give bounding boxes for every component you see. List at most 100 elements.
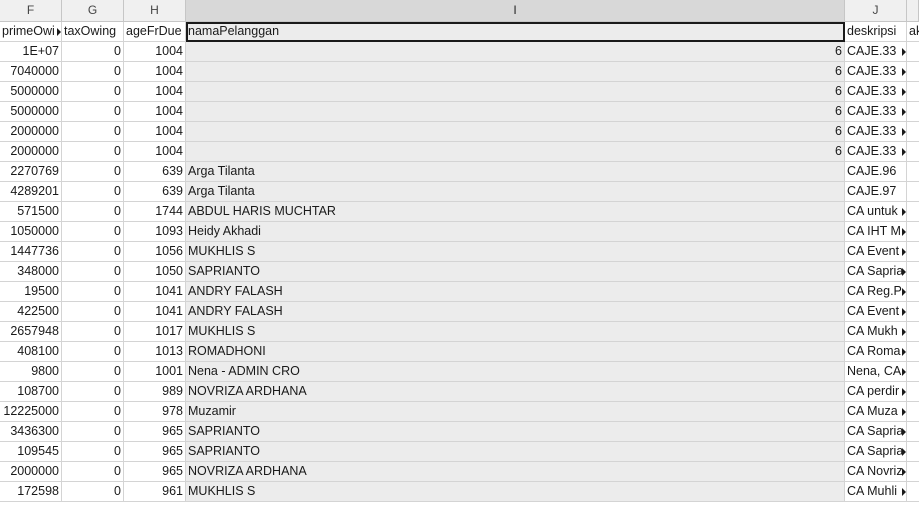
cell-header-primeowing[interactable]: primeOwi: [0, 22, 62, 42]
cell-taxowing[interactable]: 0: [62, 382, 124, 402]
cell-agefrdue[interactable]: 1004: [124, 122, 186, 142]
cell-deskripsi[interactable]: CA Muhli: [845, 482, 907, 502]
cell-agefrdue[interactable]: 1050: [124, 262, 186, 282]
cell-taxowing[interactable]: 0: [62, 462, 124, 482]
cell-deskripsi[interactable]: CA IHT M: [845, 222, 907, 242]
cell-ak[interactable]: [907, 442, 919, 462]
cell-primeowing[interactable]: 5000000: [0, 82, 62, 102]
cell-primeowing[interactable]: 172598: [0, 482, 62, 502]
cell-namapelanggan[interactable]: ABDUL HARIS MUCHTAR: [186, 202, 845, 222]
cell-deskripsi[interactable]: CAJE.96: [845, 162, 907, 182]
cell-primeowing[interactable]: 5000000: [0, 102, 62, 122]
column-header-f[interactable]: F: [0, 0, 62, 22]
cell-taxowing[interactable]: 0: [62, 442, 124, 462]
cell-deskripsi[interactable]: CA Mukh: [845, 322, 907, 342]
column-header-i[interactable]: I: [186, 0, 845, 22]
cell-primeowing[interactable]: 108700: [0, 382, 62, 402]
cell-agefrdue[interactable]: 978: [124, 402, 186, 422]
cell-header-namapelanggan[interactable]: namaPelanggan: [186, 22, 845, 42]
cell-ak[interactable]: [907, 482, 919, 502]
cell-deskripsi[interactable]: CA Event: [845, 242, 907, 262]
cell-agefrdue[interactable]: 965: [124, 422, 186, 442]
cell-deskripsi[interactable]: CA Sapria: [845, 442, 907, 462]
cell-taxowing[interactable]: 0: [62, 282, 124, 302]
cell-ak[interactable]: [907, 62, 919, 82]
cell-primeowing[interactable]: 408100: [0, 342, 62, 362]
cell-ak[interactable]: [907, 242, 919, 262]
cell-taxowing[interactable]: 0: [62, 62, 124, 82]
cell-ak[interactable]: [907, 402, 919, 422]
cell-taxowing[interactable]: 0: [62, 422, 124, 442]
cell-ak[interactable]: [907, 42, 919, 62]
cell-namapelanggan[interactable]: MUKHLIS S: [186, 322, 845, 342]
cell-agefrdue[interactable]: 1004: [124, 42, 186, 62]
cell-agefrdue[interactable]: 1017: [124, 322, 186, 342]
cell-ak[interactable]: [907, 122, 919, 142]
cell-deskripsi[interactable]: CAJE.33: [845, 42, 907, 62]
cell-deskripsi[interactable]: CA Sapria: [845, 262, 907, 282]
column-header-h[interactable]: H: [124, 0, 186, 22]
cell-deskripsi[interactable]: CAJE.33: [845, 82, 907, 102]
cell-agefrdue[interactable]: 989: [124, 382, 186, 402]
cell-namapelanggan[interactable]: 6: [186, 42, 845, 62]
cell-taxowing[interactable]: 0: [62, 42, 124, 62]
cell-primeowing[interactable]: 12225000: [0, 402, 62, 422]
cell-ak[interactable]: [907, 82, 919, 102]
cell-namapelanggan[interactable]: 6: [186, 102, 845, 122]
cell-taxowing[interactable]: 0: [62, 362, 124, 382]
cell-taxowing[interactable]: 0: [62, 402, 124, 422]
cell-taxowing[interactable]: 0: [62, 482, 124, 502]
cell-namapelanggan[interactable]: Muzamir: [186, 402, 845, 422]
cell-deskripsi[interactable]: CA Reg.P: [845, 282, 907, 302]
cell-header-agefrdue[interactable]: ageFrDue: [124, 22, 186, 42]
cell-primeowing[interactable]: 109545: [0, 442, 62, 462]
cell-namapelanggan[interactable]: Nena - ADMIN CRO: [186, 362, 845, 382]
cell-namapelanggan[interactable]: MUKHLIS S: [186, 242, 845, 262]
cell-ak[interactable]: [907, 382, 919, 402]
cell-primeowing[interactable]: 4289201: [0, 182, 62, 202]
cell-deskripsi[interactable]: CA Muza: [845, 402, 907, 422]
cell-namapelanggan[interactable]: SAPRIANTO: [186, 422, 845, 442]
cell-deskripsi[interactable]: CAJE.33: [845, 142, 907, 162]
cell-deskripsi[interactable]: CAJE.33: [845, 122, 907, 142]
cell-agefrdue[interactable]: 1004: [124, 102, 186, 122]
column-header-k[interactable]: [907, 0, 919, 22]
cell-primeowing[interactable]: 2657948: [0, 322, 62, 342]
cell-header-ak[interactable]: ak: [907, 22, 919, 42]
cell-primeowing[interactable]: 1050000: [0, 222, 62, 242]
cell-agefrdue[interactable]: 1013: [124, 342, 186, 362]
cell-namapelanggan[interactable]: SAPRIANTO: [186, 442, 845, 462]
cell-ak[interactable]: [907, 262, 919, 282]
cell-taxowing[interactable]: 0: [62, 222, 124, 242]
cell-primeowing[interactable]: 2000000: [0, 122, 62, 142]
cell-deskripsi[interactable]: Nena, CA: [845, 362, 907, 382]
cell-agefrdue[interactable]: 1004: [124, 62, 186, 82]
cell-deskripsi[interactable]: CAJE.33: [845, 102, 907, 122]
cell-agefrdue[interactable]: 1041: [124, 302, 186, 322]
cell-primeowing[interactable]: 1E+07: [0, 42, 62, 62]
cell-ak[interactable]: [907, 282, 919, 302]
cell-namapelanggan[interactable]: SAPRIANTO: [186, 262, 845, 282]
cell-primeowing[interactable]: 7040000: [0, 62, 62, 82]
cell-namapelanggan[interactable]: 6: [186, 122, 845, 142]
cell-primeowing[interactable]: 2270769: [0, 162, 62, 182]
cell-namapelanggan[interactable]: NOVRIZA ARDHANA: [186, 382, 845, 402]
cell-primeowing[interactable]: 1447736: [0, 242, 62, 262]
cell-deskripsi[interactable]: CA Roma: [845, 342, 907, 362]
cell-deskripsi[interactable]: CA perdir: [845, 382, 907, 402]
cell-taxowing[interactable]: 0: [62, 102, 124, 122]
cell-ak[interactable]: [907, 302, 919, 322]
cell-agefrdue[interactable]: 965: [124, 442, 186, 462]
cell-taxowing[interactable]: 0: [62, 202, 124, 222]
cell-deskripsi[interactable]: CAJE.33: [845, 62, 907, 82]
cell-ak[interactable]: [907, 102, 919, 122]
cell-ak[interactable]: [907, 342, 919, 362]
cell-agefrdue[interactable]: 1056: [124, 242, 186, 262]
cell-deskripsi[interactable]: CA Event: [845, 302, 907, 322]
cell-agefrdue[interactable]: 1001: [124, 362, 186, 382]
cell-taxowing[interactable]: 0: [62, 122, 124, 142]
cell-taxowing[interactable]: 0: [62, 302, 124, 322]
cell-namapelanggan[interactable]: NOVRIZA ARDHANA: [186, 462, 845, 482]
cell-header-deskripsi[interactable]: deskripsi: [845, 22, 907, 42]
cell-ak[interactable]: [907, 362, 919, 382]
